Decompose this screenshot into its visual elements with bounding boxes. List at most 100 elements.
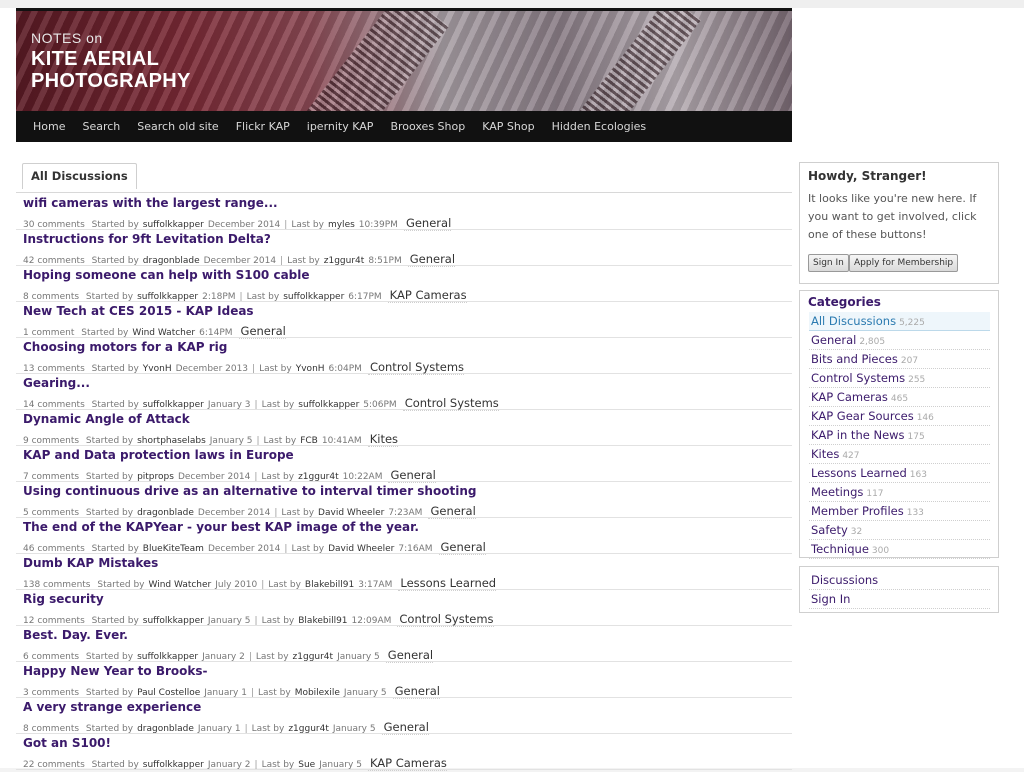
discussion-category[interactable]: Control Systems — [397, 612, 494, 627]
nav-link-ipernity-kap[interactable]: ipernity KAP — [307, 120, 374, 133]
category-item-meetings[interactable]: Meetings 117 — [809, 483, 990, 502]
discussion-category[interactable]: Control Systems — [402, 396, 499, 411]
discussion-category[interactable]: General — [438, 540, 486, 555]
discussion-title[interactable]: wifi cameras with the largest range... — [23, 196, 278, 210]
tab-all-discussions[interactable]: All Discussions — [22, 163, 137, 189]
started-by-user[interactable]: dragonblade — [143, 256, 200, 266]
category-item-member-profiles[interactable]: Member Profiles 133 — [809, 502, 990, 521]
nav-link-hidden-ecologies[interactable]: Hidden Ecologies — [552, 120, 647, 133]
discussion-title[interactable]: Dynamic Angle of Attack — [23, 412, 190, 426]
last-by-user[interactable]: David Wheeler — [328, 544, 394, 554]
discussion-title[interactable]: Rig security — [23, 592, 104, 606]
started-by-user[interactable]: dragonblade — [137, 724, 194, 734]
category-item-lessons-learned[interactable]: Lessons Learned 163 — [809, 464, 990, 483]
discussion-category[interactable]: General — [381, 720, 429, 735]
category-list: All Discussions 5,225 General 2,805 Bits and… — [809, 312, 990, 559]
site-banner[interactable]: NOTES on KITE AERIAL PHOTOGRAPHY — [16, 8, 792, 114]
category-item-bits-and-pieces[interactable]: Bits and Pieces 207 — [809, 350, 990, 369]
discussion-category[interactable]: General — [407, 252, 456, 267]
comment-count: 1 comment — [23, 328, 75, 338]
discussion-title[interactable]: Gearing... — [23, 376, 90, 390]
nav-link-search[interactable]: Search — [82, 120, 120, 133]
discussion-title[interactable]: Dumb KAP Mistakes — [23, 556, 158, 570]
started-time: December 2013 — [175, 364, 249, 374]
nav-link-kap-shop[interactable]: KAP Shop — [482, 120, 534, 133]
last-by-user[interactable]: FCB — [300, 436, 318, 446]
discussion-category[interactable]: Kites — [367, 432, 399, 447]
category-item-kap-gear-sources[interactable]: KAP Gear Sources 146 — [809, 407, 990, 426]
started-by-user[interactable]: suffolkkapper — [143, 616, 204, 626]
discussion-title[interactable]: Got an S100! — [23, 736, 111, 750]
category-count: 300 — [871, 546, 890, 556]
nav-link-brooxes-shop[interactable]: Brooxes Shop — [390, 120, 465, 133]
discussion-category[interactable]: General — [238, 324, 286, 339]
started-by-user[interactable]: Wind Watcher — [149, 580, 212, 590]
discussion-category[interactable]: KAP Cameras — [367, 756, 447, 771]
discussion-category[interactable]: General — [388, 468, 436, 483]
last-by-user[interactable]: z1ggur4t — [293, 652, 334, 662]
last-by-user[interactable]: z1ggur4t — [288, 724, 329, 734]
discussion-title[interactable]: Instructions for 9ft Levitation Delta? — [23, 232, 271, 246]
discussion-title[interactable]: New Tech at CES 2015 - KAP Ideas — [23, 304, 254, 318]
nav-link-search-old-site[interactable]: Search old site — [137, 120, 218, 133]
started-by-user[interactable]: suffolkkapper — [143, 760, 204, 770]
category-item-safety[interactable]: Safety 32 — [809, 521, 990, 540]
link-discussions[interactable]: Discussions — [809, 571, 990, 590]
discussion-category[interactable]: General — [385, 648, 434, 663]
started-by-user[interactable]: BlueKiteTeam — [143, 544, 204, 554]
discussion-category[interactable]: Control Systems — [367, 360, 465, 375]
discussion-category[interactable]: KAP Cameras — [387, 288, 467, 303]
started-by-user[interactable]: suffolkkapper — [143, 400, 204, 410]
category-item-technique[interactable]: Technique 300 — [809, 540, 990, 559]
last-by-user[interactable]: David Wheeler — [318, 508, 384, 518]
started-by-user[interactable]: YvonH — [143, 364, 172, 374]
discussion-category[interactable]: General — [403, 216, 452, 231]
started-by-user[interactable]: suffolkkapper — [137, 292, 198, 302]
discussion-category[interactable]: Lessons Learned — [398, 576, 497, 591]
last-by-user[interactable]: Blakebill91 — [305, 580, 354, 590]
started-by-user[interactable]: suffolkkapper — [137, 652, 198, 662]
last-by-user[interactable]: suffolkkapper — [298, 400, 359, 410]
started-by-user[interactable]: suffolkkapper — [143, 220, 204, 230]
last-by-user[interactable]: Mobilexile — [295, 688, 340, 698]
discussion-category[interactable]: General — [392, 684, 440, 699]
last-by-user[interactable]: suffolkkapper — [283, 292, 344, 302]
discussion-list: wifi cameras with the largest range... 30… — [16, 194, 792, 771]
last-by-user[interactable]: YvonH — [296, 364, 325, 374]
category-item-general[interactable]: General 2,805 — [809, 331, 990, 350]
sign-in-button[interactable]: Sign In — [808, 254, 849, 272]
link-sign-in[interactable]: Sign In — [809, 590, 990, 609]
started-by-user[interactable]: pitprops — [137, 472, 174, 482]
last-by-user[interactable]: z1ggur4t — [324, 256, 365, 266]
category-name: All Discussions — [811, 314, 897, 328]
category-item-kap-cameras[interactable]: KAP Cameras 465 — [809, 388, 990, 407]
discussion-title[interactable]: Best. Day. Ever. — [23, 628, 128, 642]
discussion-title[interactable]: Hoping someone can help with S100 cable — [23, 268, 310, 282]
last-by-user[interactable]: z1ggur4t — [298, 472, 339, 482]
last-by-user[interactable]: myles — [328, 220, 355, 230]
discussion-title[interactable]: KAP and Data protection laws in Europe — [23, 448, 294, 462]
comment-count: 30 comments — [23, 220, 85, 230]
nav-link-home[interactable]: Home — [33, 120, 65, 133]
last-by-user[interactable]: Blakebill91 — [298, 616, 347, 626]
comment-count: 5 comments — [23, 508, 80, 518]
apply-membership-button[interactable]: Apply for Membership — [849, 254, 959, 272]
discussion-title[interactable]: A very strange experience — [23, 700, 201, 714]
last-by-user[interactable]: Sue — [298, 760, 315, 770]
category-item-kap-in-the-news[interactable]: KAP in the News 175 — [809, 426, 990, 445]
category-item-control-systems[interactable]: Control Systems 255 — [809, 369, 990, 388]
category-item-kites[interactable]: Kites 427 — [809, 445, 990, 464]
started-by-user[interactable]: dragonblade — [137, 508, 194, 518]
category-item-all-discussions[interactable]: All Discussions 5,225 — [809, 312, 990, 331]
nav-link-flickr-kap[interactable]: Flickr KAP — [236, 120, 290, 133]
discussion-title[interactable]: Happy New Year to Brooks- — [23, 664, 208, 678]
started-by-user[interactable]: Paul Costelloe — [137, 688, 200, 698]
discussion-title[interactable]: Using continuous drive as an alternative… — [23, 484, 476, 498]
discussion-category[interactable]: General — [428, 504, 476, 519]
category-count: 117 — [866, 489, 884, 499]
started-by-user[interactable]: shortphaselabs — [137, 436, 206, 446]
last-time: 10:41AM — [321, 436, 362, 446]
discussion-title[interactable]: The end of the KAPYear - your best KAP i… — [23, 520, 419, 534]
started-by-user[interactable]: Wind Watcher — [132, 328, 195, 338]
discussion-title[interactable]: Choosing motors for a KAP rig — [23, 340, 227, 354]
